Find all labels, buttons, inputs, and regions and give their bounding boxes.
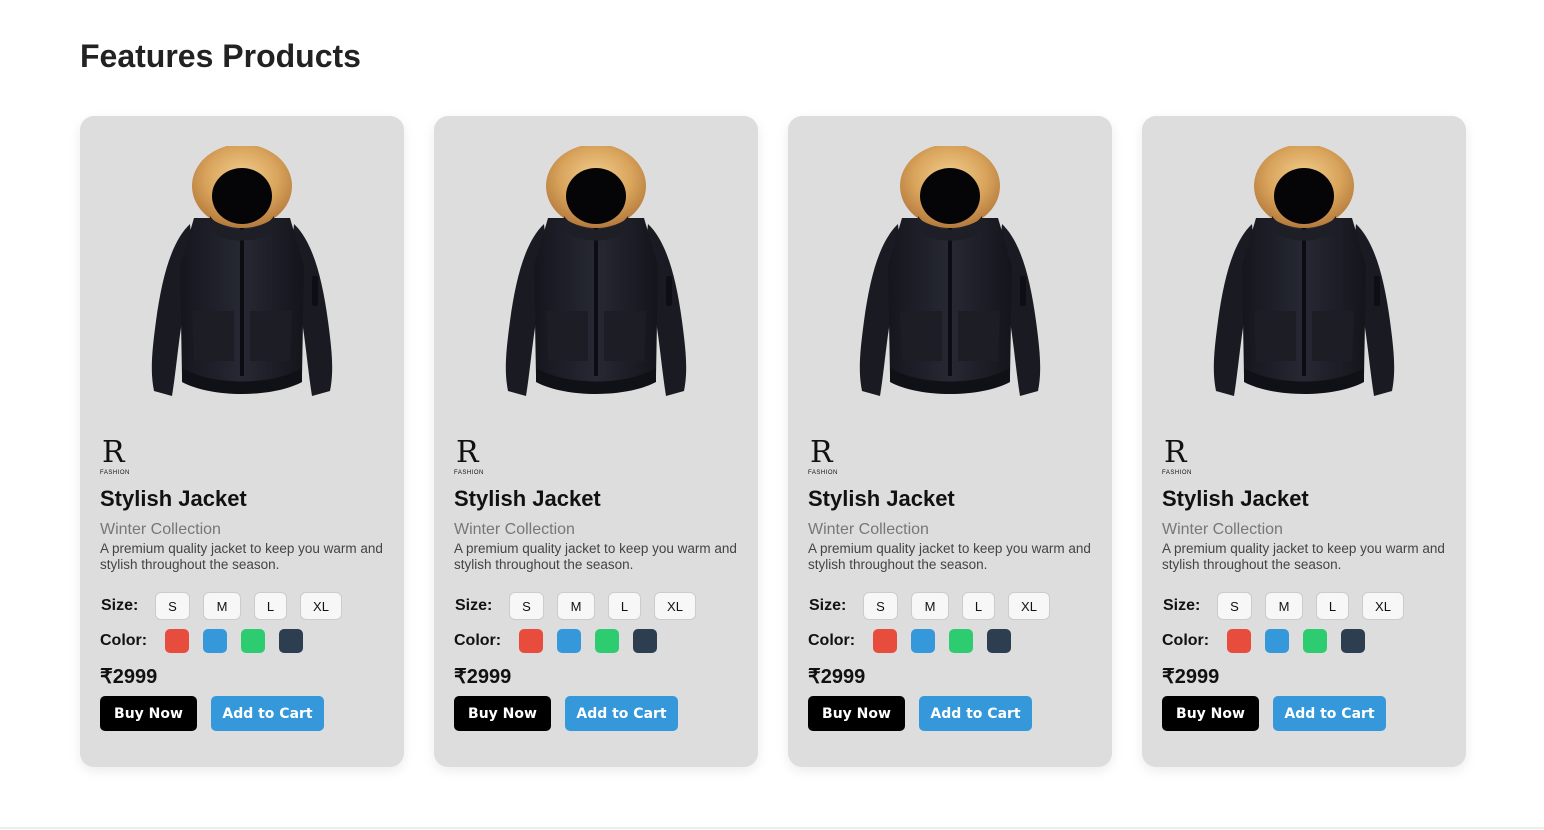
size-label: Size: — [1163, 597, 1201, 614]
color-swatch-green[interactable] — [1303, 629, 1327, 653]
color-selector: Color: — [454, 629, 671, 653]
size-selector: Size: S M L XL — [454, 592, 709, 620]
color-swatch-blue[interactable] — [1265, 629, 1289, 653]
size-selector: Size: S M L XL — [100, 592, 355, 620]
color-swatch-navy[interactable] — [1341, 629, 1365, 653]
product-card: R FASHION Stylish Jacket Winter Collecti… — [434, 116, 758, 767]
color-label: Color: — [1162, 632, 1210, 649]
product-description: A premium quality jacket to keep you war… — [454, 541, 737, 572]
jacket-image[interactable] — [1204, 146, 1404, 411]
product-description: A premium quality jacket to keep you war… — [1162, 541, 1445, 572]
color-swatch-green[interactable] — [595, 629, 619, 653]
color-swatch-navy[interactable] — [279, 629, 303, 653]
product-price: ₹2999 — [454, 666, 512, 688]
size-option-xl[interactable]: XL — [654, 592, 696, 620]
color-swatch-red[interactable] — [873, 629, 897, 653]
size-option-m[interactable]: M — [203, 592, 241, 620]
add-to-cart-button[interactable]: Add to Cart — [919, 696, 1032, 731]
size-selector: Size: S M L XL — [1162, 592, 1417, 620]
product-collection: Winter Collection — [1162, 521, 1283, 538]
color-swatch-navy[interactable] — [633, 629, 657, 653]
product-description: A premium quality jacket to keep you war… — [100, 541, 383, 572]
size-label: Size: — [455, 597, 493, 614]
add-to-cart-button[interactable]: Add to Cart — [565, 696, 678, 731]
color-swatch-blue[interactable] — [557, 629, 581, 653]
product-name[interactable]: Stylish Jacket — [100, 486, 247, 512]
brand-logo-letter: R — [1164, 435, 1187, 470]
brand-logo-letter: R — [810, 435, 833, 470]
color-label: Color: — [454, 632, 502, 649]
size-option-m[interactable]: M — [911, 592, 949, 620]
brand-logo: R FASHION — [808, 438, 852, 480]
buy-now-button[interactable]: Buy Now — [100, 696, 197, 731]
brand-logo: R FASHION — [100, 438, 144, 480]
product-description: A premium quality jacket to keep you war… — [808, 541, 1091, 572]
footer-divider — [0, 827, 1544, 829]
brand-logo-word: FASHION — [454, 470, 484, 476]
size-option-xl[interactable]: XL — [1362, 592, 1404, 620]
product-name[interactable]: Stylish Jacket — [1162, 486, 1309, 512]
buy-now-button[interactable]: Buy Now — [1162, 696, 1259, 731]
product-price: ₹2999 — [100, 666, 158, 688]
color-selector: Color: — [100, 629, 317, 653]
size-option-s[interactable]: S — [1217, 592, 1252, 620]
color-swatch-green[interactable] — [949, 629, 973, 653]
brand-logo-letter: R — [102, 435, 125, 470]
jacket-image[interactable] — [142, 146, 342, 411]
color-label: Color: — [808, 632, 856, 649]
size-option-l[interactable]: L — [608, 592, 641, 620]
size-option-m[interactable]: M — [1265, 592, 1303, 620]
buy-now-button[interactable]: Buy Now — [808, 696, 905, 731]
product-card: R FASHION Stylish Jacket Winter Collecti… — [1142, 116, 1466, 767]
product-name[interactable]: Stylish Jacket — [454, 486, 601, 512]
color-selector: Color: — [1162, 629, 1379, 653]
jacket-image[interactable] — [496, 146, 696, 411]
color-swatch-green[interactable] — [241, 629, 265, 653]
color-swatch-red[interactable] — [165, 629, 189, 653]
product-price: ₹2999 — [1162, 666, 1220, 688]
size-option-s[interactable]: S — [863, 592, 898, 620]
color-swatch-blue[interactable] — [911, 629, 935, 653]
product-grid: R FASHION Stylish Jacket Winter Collecti… — [80, 116, 1466, 767]
brand-logo-word: FASHION — [808, 470, 838, 476]
size-option-xl[interactable]: XL — [300, 592, 342, 620]
brand-logo-letter: R — [456, 435, 479, 470]
size-option-m[interactable]: M — [557, 592, 595, 620]
product-card: R FASHION Stylish Jacket Winter Collecti… — [80, 116, 404, 767]
size-selector: Size: S M L XL — [808, 592, 1063, 620]
product-collection: Winter Collection — [808, 521, 929, 538]
buy-now-button[interactable]: Buy Now — [454, 696, 551, 731]
brand-logo: R FASHION — [454, 438, 498, 480]
add-to-cart-button[interactable]: Add to Cart — [1273, 696, 1386, 731]
color-selector: Color: — [808, 629, 1025, 653]
section-title: Features Products — [80, 38, 361, 74]
brand-logo-word: FASHION — [100, 470, 130, 476]
brand-logo: R FASHION — [1162, 438, 1206, 480]
add-to-cart-button[interactable]: Add to Cart — [211, 696, 324, 731]
product-collection: Winter Collection — [454, 521, 575, 538]
product-card: R FASHION Stylish Jacket Winter Collecti… — [788, 116, 1112, 767]
page: Features Products R FASHION Stylish Jack… — [0, 0, 1544, 830]
jacket-image[interactable] — [850, 146, 1050, 411]
size-label: Size: — [809, 597, 847, 614]
color-swatch-red[interactable] — [519, 629, 543, 653]
brand-logo-word: FASHION — [1162, 470, 1192, 476]
color-swatch-blue[interactable] — [203, 629, 227, 653]
color-label: Color: — [100, 632, 148, 649]
color-swatch-red[interactable] — [1227, 629, 1251, 653]
size-option-l[interactable]: L — [962, 592, 995, 620]
product-name[interactable]: Stylish Jacket — [808, 486, 955, 512]
product-collection: Winter Collection — [100, 521, 221, 538]
size-option-l[interactable]: L — [254, 592, 287, 620]
size-option-s[interactable]: S — [509, 592, 544, 620]
size-option-l[interactable]: L — [1316, 592, 1349, 620]
size-label: Size: — [101, 597, 139, 614]
color-swatch-navy[interactable] — [987, 629, 1011, 653]
size-option-xl[interactable]: XL — [1008, 592, 1050, 620]
product-price: ₹2999 — [808, 666, 866, 688]
size-option-s[interactable]: S — [155, 592, 190, 620]
